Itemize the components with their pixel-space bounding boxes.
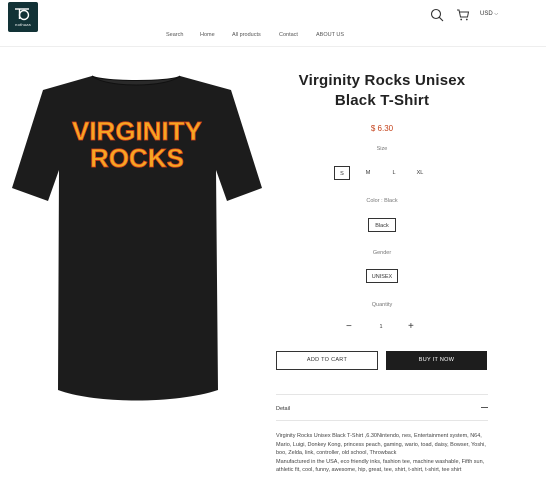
color-option-black[interactable]: Black <box>368 218 396 232</box>
size-option-xl[interactable]: XL <box>410 166 430 180</box>
quantity-label: Quantity <box>371 302 393 308</box>
currency-selector[interactable]: USD ⌵ <box>480 11 498 17</box>
search-icon[interactable] <box>430 8 444 22</box>
nav-contact[interactable]: Contact <box>279 32 298 38</box>
nav-search[interactable]: Search <box>166 32 183 38</box>
shirt-print-line2: ROCKS <box>90 143 184 173</box>
gender-label: Gender <box>372 250 392 256</box>
collapse-icon[interactable] <box>481 407 488 408</box>
size-option-s[interactable]: S <box>334 166 350 180</box>
buy-now-button[interactable]: BUY IT NOW <box>386 351 487 370</box>
shirt-print-line1: VIRGINITY <box>72 116 202 146</box>
size-option-m[interactable]: M <box>360 166 376 180</box>
add-to-cart-button[interactable]: ADD TO CART <box>276 351 378 370</box>
description-paragraph-2: Manufactured in the USA, eco friendly in… <box>276 458 485 474</box>
quantity-decrease-button[interactable]: − <box>346 320 352 334</box>
size-label: Size <box>376 146 388 152</box>
quantity-increase-button[interactable]: + <box>408 320 414 334</box>
color-label: Color : Black <box>366 198 398 204</box>
product-price: $ 6.30 <box>370 124 394 133</box>
logo-text: nothuza <box>15 22 31 27</box>
logo-mark-icon <box>15 8 30 21</box>
detail-divider-bottom <box>276 420 488 421</box>
cart-icon[interactable] <box>456 8 470 22</box>
product-image[interactable]: VIRGINITY ROCKS <box>6 58 268 410</box>
size-option-l[interactable]: L <box>386 166 402 180</box>
nav-about-us[interactable]: ABOUT US <box>316 32 344 38</box>
gender-option-unisex[interactable]: UNISEX <box>366 269 398 283</box>
currency-label: USD <box>480 11 493 17</box>
product-description: Virginity Rocks Unisex Black T-Shirt ,6.… <box>276 432 488 475</box>
store-logo[interactable]: nothuza <box>8 2 38 32</box>
detail-divider-top <box>276 394 488 395</box>
header-divider <box>0 46 546 47</box>
product-title: Virginity Rocks Unisex Black T-Shirt <box>298 72 466 109</box>
nav-home[interactable]: Home <box>200 32 215 38</box>
chevron-down-icon: ⌵ <box>494 11 499 17</box>
nav-all-products[interactable]: All products <box>232 32 261 38</box>
description-paragraph-1: Virginity Rocks Unisex Black T-Shirt ,6.… <box>276 433 486 457</box>
detail-toggle[interactable]: Detail <box>276 406 290 412</box>
quantity-value[interactable]: 1 <box>376 324 386 330</box>
